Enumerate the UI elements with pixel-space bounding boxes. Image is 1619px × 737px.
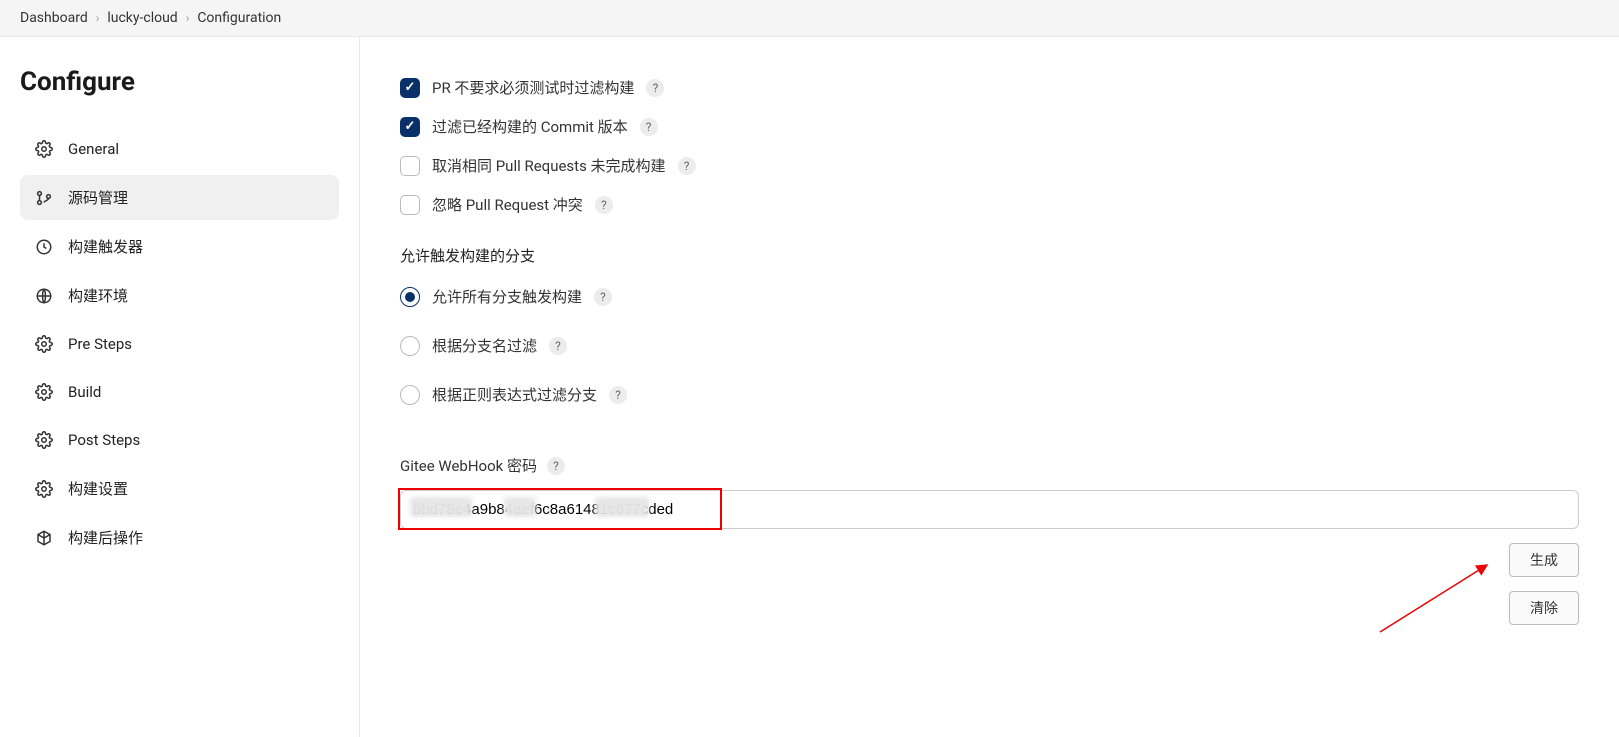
globe-icon xyxy=(34,286,54,306)
generate-button[interactable]: 生成 xyxy=(1509,543,1579,577)
clock-icon xyxy=(34,237,54,257)
radio-branch-regex[interactable] xyxy=(400,385,420,405)
webhook-password-input[interactable] xyxy=(400,490,1579,529)
sidebar-item-label: 构建后操作 xyxy=(68,527,143,548)
cube-icon xyxy=(34,528,54,548)
breadcrumb-configuration[interactable]: Configuration xyxy=(197,10,281,26)
gear-icon xyxy=(34,430,54,450)
sidebar-item-label: Post Steps xyxy=(68,431,140,449)
help-icon[interactable]: ? xyxy=(678,157,696,175)
page-title: Configure xyxy=(20,67,339,97)
checkbox-ignore-conflict[interactable] xyxy=(400,195,420,215)
breadcrumb-project[interactable]: lucky-cloud xyxy=(107,10,177,26)
gear-icon xyxy=(34,334,54,354)
help-icon[interactable]: ? xyxy=(595,196,613,214)
help-icon[interactable]: ? xyxy=(594,288,612,306)
help-icon[interactable]: ? xyxy=(646,79,664,97)
help-icon[interactable]: ? xyxy=(547,457,565,475)
sidebar-item-presteps[interactable]: Pre Steps xyxy=(20,322,339,366)
checkbox-commit-filter[interactable] xyxy=(400,117,420,137)
radio-label: 根据分支名过滤 xyxy=(432,335,537,356)
sidebar: Configure General 源码管理 构建触发器 xyxy=(0,37,360,737)
chevron-right-icon: › xyxy=(186,11,190,25)
radio-all-branches[interactable] xyxy=(400,287,420,307)
sidebar-item-label: 构建环境 xyxy=(68,285,128,306)
radio-branch-name[interactable] xyxy=(400,336,420,356)
sidebar-item-label: 构建触发器 xyxy=(68,236,143,257)
sidebar-item-label: General xyxy=(68,140,119,158)
gear-icon xyxy=(34,479,54,499)
checkbox-cancel-pr[interactable] xyxy=(400,156,420,176)
breadcrumb-dashboard[interactable]: Dashboard xyxy=(20,10,88,26)
sidebar-item-env[interactable]: 构建环境 xyxy=(20,273,339,318)
checkbox-label: 过滤已经构建的 Commit 版本 xyxy=(432,116,628,137)
sidebar-item-label: Build xyxy=(68,383,101,401)
sidebar-item-buildsettings[interactable]: 构建设置 xyxy=(20,466,339,511)
gear-icon xyxy=(34,139,54,159)
sidebar-item-label: 源码管理 xyxy=(68,187,128,208)
help-icon[interactable]: ? xyxy=(549,337,567,355)
gear-icon xyxy=(34,382,54,402)
checkbox-pr-filter[interactable] xyxy=(400,78,420,98)
breadcrumb: Dashboard › lucky-cloud › Configuration xyxy=(0,0,1619,37)
radio-label: 允许所有分支触发构建 xyxy=(432,286,582,307)
sidebar-item-build[interactable]: Build xyxy=(20,370,339,414)
main-content: PR 不要求必须测试时过滤构建 ? 过滤已经构建的 Commit 版本 ? 取消… xyxy=(360,37,1619,737)
sidebar-item-triggers[interactable]: 构建触发器 xyxy=(20,224,339,269)
sidebar-item-general[interactable]: General xyxy=(20,127,339,171)
sidebar-item-label: Pre Steps xyxy=(68,335,132,353)
radio-label: 根据正则表达式过滤分支 xyxy=(432,384,597,405)
sidebar-item-poststeps[interactable]: Post Steps xyxy=(20,418,339,462)
help-icon[interactable]: ? xyxy=(640,118,658,136)
sidebar-item-label: 构建设置 xyxy=(68,478,128,499)
checkbox-label: 取消相同 Pull Requests 未完成构建 xyxy=(432,155,666,176)
branch-icon xyxy=(34,188,54,208)
branch-section-label: 允许触发构建的分支 xyxy=(400,245,1579,266)
sidebar-item-postbuild[interactable]: 构建后操作 xyxy=(20,515,339,560)
clear-button[interactable]: 清除 xyxy=(1509,591,1579,625)
help-icon[interactable]: ? xyxy=(609,386,627,404)
checkbox-label: 忽略 Pull Request 冲突 xyxy=(432,194,583,215)
sidebar-item-scm[interactable]: 源码管理 xyxy=(20,175,339,220)
chevron-right-icon: › xyxy=(96,11,100,25)
checkbox-label: PR 不要求必须测试时过滤构建 xyxy=(432,77,634,98)
webhook-label: Gitee WebHook 密码 xyxy=(400,455,537,476)
